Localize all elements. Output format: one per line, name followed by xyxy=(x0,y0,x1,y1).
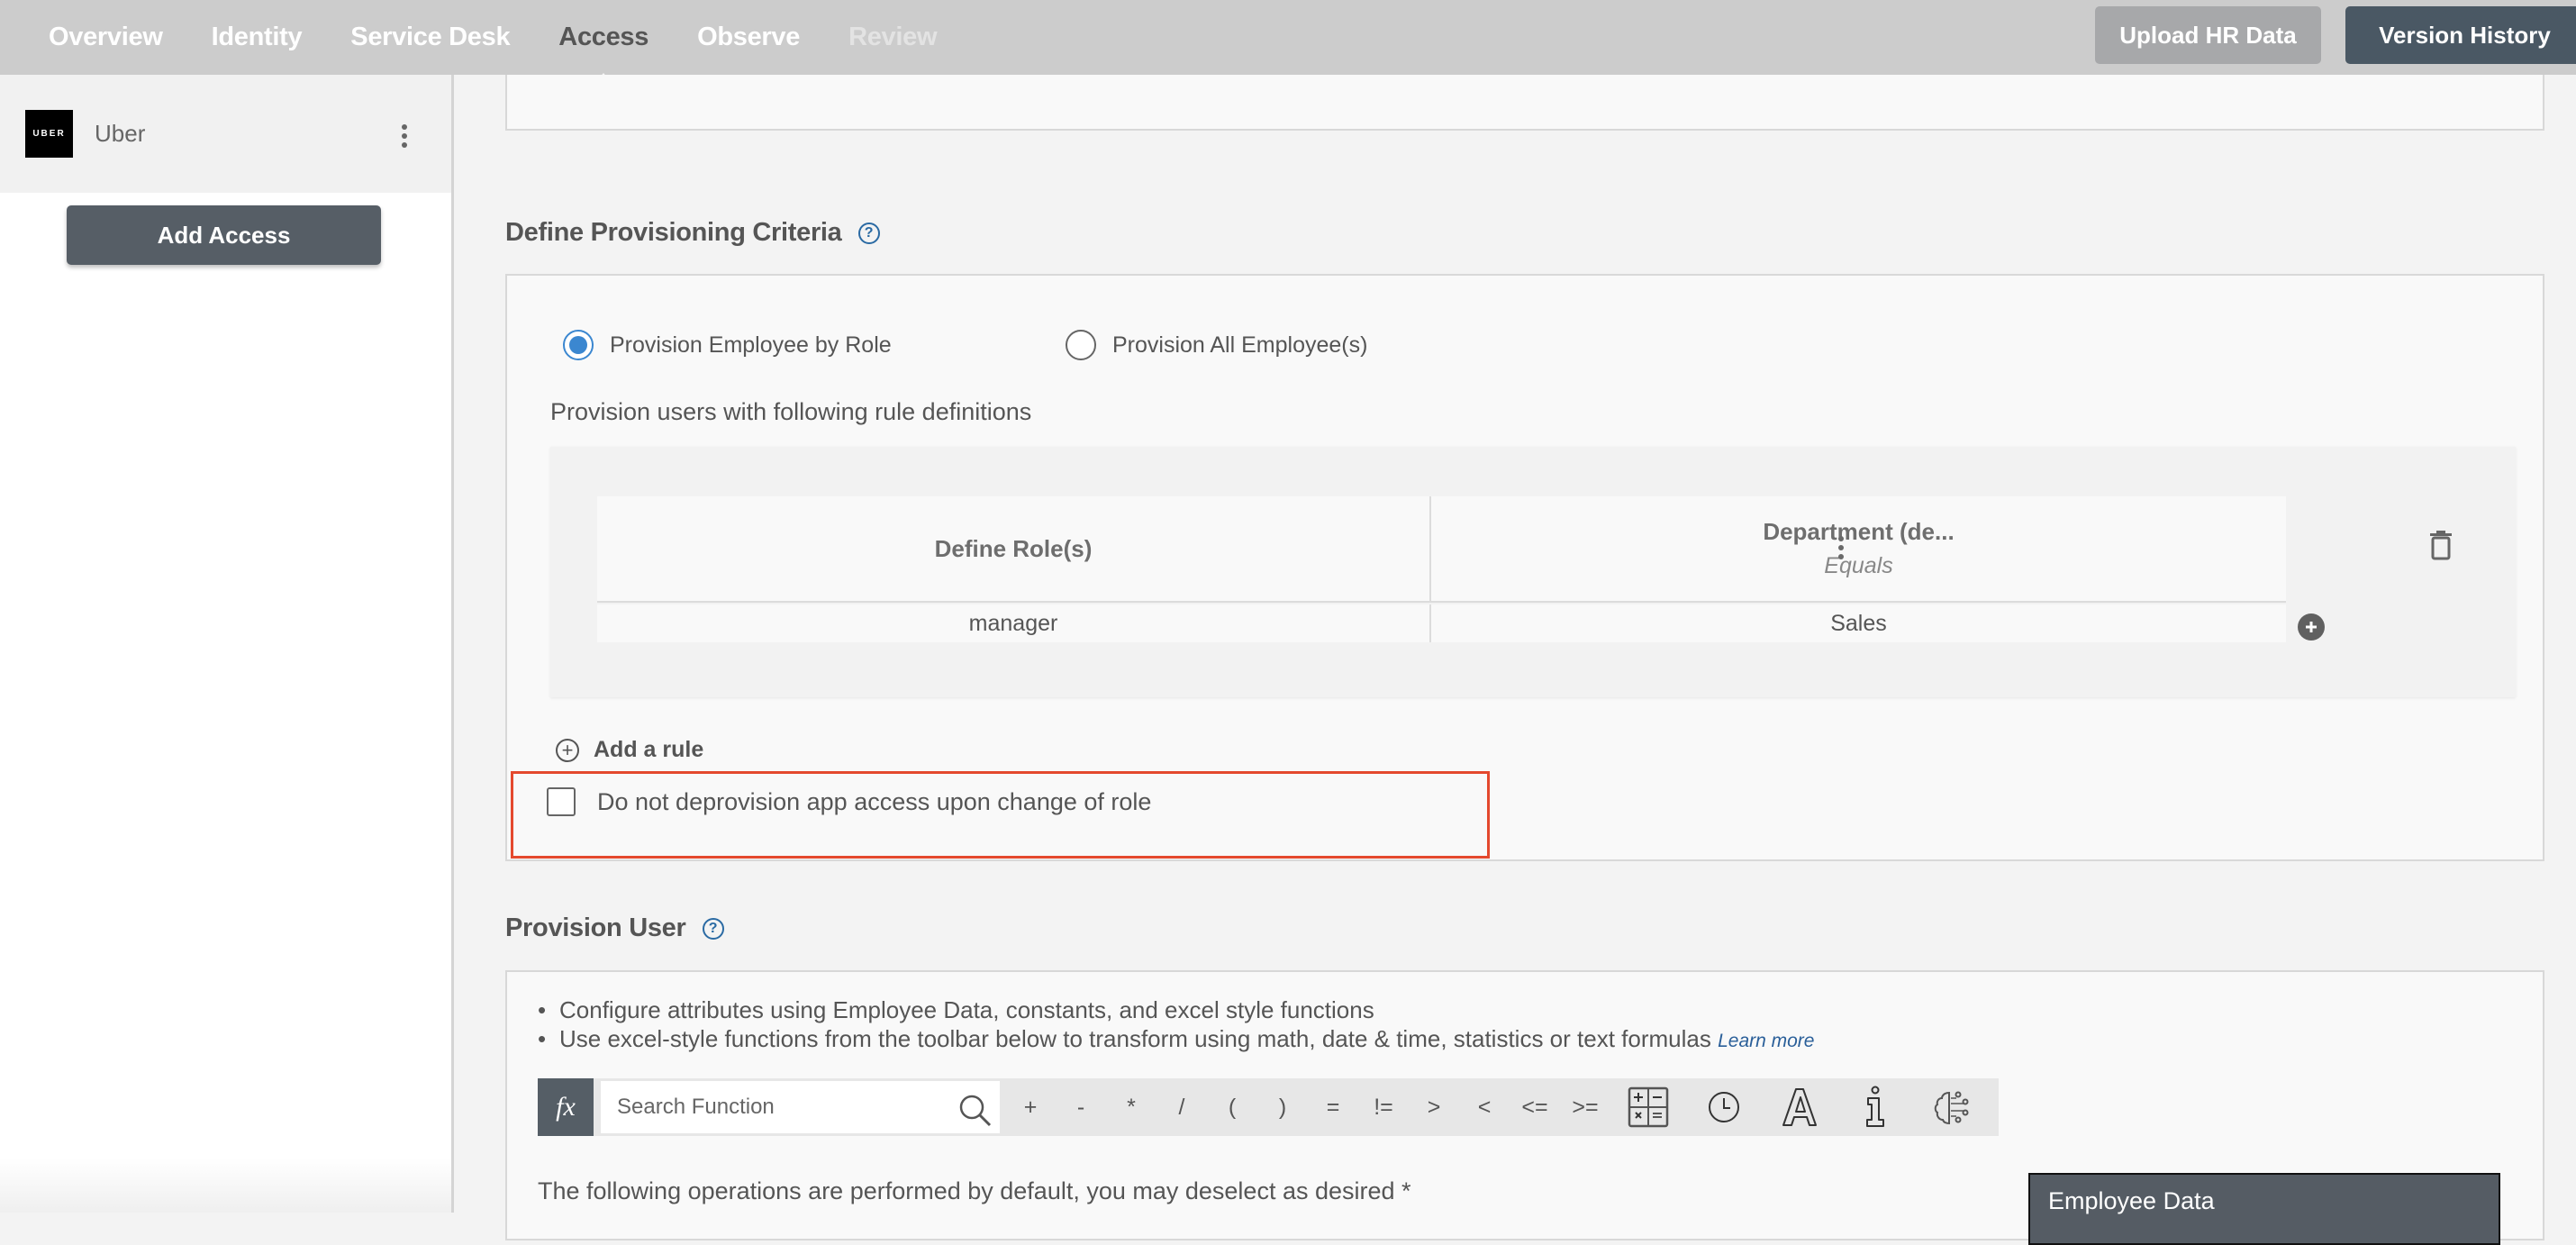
tab-overview[interactable]: Overview xyxy=(49,23,163,52)
version-history-button[interactable]: Version History xyxy=(2345,6,2576,64)
top-navigation-bar: Overview Identity Service Desk Access Ob… xyxy=(0,0,2576,85)
app-name: Uber xyxy=(95,120,146,147)
fx-icon[interactable]: fx xyxy=(538,1078,594,1136)
employee-data-panel-header[interactable]: Employee Data xyxy=(2028,1173,2500,1245)
instruction-text: Configure attributes using Employee Data… xyxy=(559,996,1374,1023)
tab-service-desk[interactable]: Service Desk xyxy=(350,23,510,52)
provision-user-section-title: Provision User ? xyxy=(505,913,724,943)
delete-rule-icon[interactable] xyxy=(2429,530,2453,560)
radio-provision-by-role[interactable]: Provision Employee by Role xyxy=(563,330,892,360)
uber-logo: UBER xyxy=(25,110,73,158)
radio-button-checked[interactable] xyxy=(563,330,594,360)
rule-card: Define Role(s) Department (de... Equals … xyxy=(550,447,2516,697)
operator-multiply[interactable]: * xyxy=(1106,1095,1156,1121)
column-operator: Equals xyxy=(1824,553,1893,578)
operator-less-equal[interactable]: <= xyxy=(1510,1095,1560,1121)
column-header-department[interactable]: Department (de... Equals xyxy=(1431,496,2286,603)
provision-user-title-text: Provision User xyxy=(505,913,686,942)
add-circle-icon: + xyxy=(556,738,579,762)
ai-brain-icon[interactable] xyxy=(1913,1082,1989,1132)
provision-user-panel: Configure attributes using Employee Data… xyxy=(505,970,2544,1245)
column-title: Department (de... xyxy=(1763,518,1955,545)
learn-more-link[interactable]: Learn more xyxy=(1718,1031,1814,1051)
radio-provision-all-employees[interactable]: Provision All Employee(s) xyxy=(1066,330,1367,360)
operator-not-equals[interactable]: != xyxy=(1358,1095,1409,1121)
operator-open-paren[interactable]: ( xyxy=(1207,1095,1257,1121)
operator-equals[interactable]: = xyxy=(1308,1095,1358,1121)
help-icon[interactable]: ? xyxy=(702,917,724,940)
app-more-options-icon[interactable] xyxy=(401,124,408,148)
tab-identity[interactable]: Identity xyxy=(212,23,303,52)
default-operations-note: The following operations are performed b… xyxy=(538,1177,1411,1204)
sidebar-app-item-uber[interactable]: UBER Uber xyxy=(0,75,451,193)
instruction-list: Configure attributes using Employee Data… xyxy=(538,995,1814,1056)
operator-close-paren[interactable]: ) xyxy=(1257,1095,1308,1121)
tab-review[interactable]: Review xyxy=(848,23,937,52)
sidebar-fade xyxy=(0,1159,451,1213)
function-search xyxy=(601,1081,1000,1133)
instruction-item: Configure attributes using Employee Data… xyxy=(538,995,1814,1024)
operator-less[interactable]: < xyxy=(1459,1095,1510,1121)
table-cell-role[interactable]: manager xyxy=(597,604,1431,642)
previous-section-panel xyxy=(505,75,2544,131)
tab-observe[interactable]: Observe xyxy=(697,23,800,52)
radio-label: Provision Employee by Role xyxy=(610,332,892,358)
add-rule-label: Add a rule xyxy=(594,737,704,762)
checkbox-label: Do not deprovision app access upon chang… xyxy=(597,787,1152,815)
column-title: Define Role(s) xyxy=(934,534,1093,562)
info-functions-icon[interactable] xyxy=(1837,1082,1913,1132)
operator-greater[interactable]: > xyxy=(1409,1095,1459,1121)
search-function-input[interactable] xyxy=(601,1095,943,1120)
criteria-title-text: Define Provisioning Criteria xyxy=(505,218,842,247)
rule-description: Provision users with following rule defi… xyxy=(550,398,1032,425)
add-access-button[interactable]: Add Access xyxy=(67,205,381,265)
operator-greater-equal[interactable]: >= xyxy=(1560,1095,1610,1121)
upload-hr-data-button[interactable]: Upload HR Data xyxy=(2095,6,2321,64)
radio-label: Provision All Employee(s) xyxy=(1112,332,1368,358)
column-header-define-roles: Define Role(s) xyxy=(597,496,1431,603)
add-rule-button[interactable]: + Add a rule xyxy=(556,737,703,763)
no-deprovision-checkbox-row[interactable]: Do not deprovision app access upon chang… xyxy=(547,787,1151,816)
search-icon[interactable] xyxy=(957,1092,993,1128)
table-cell-department[interactable]: Sales xyxy=(1431,604,2286,642)
criteria-section-title: Define Provisioning Criteria ? xyxy=(505,218,880,248)
operator-divide[interactable]: / xyxy=(1156,1095,1207,1121)
nav-tabs: Overview Identity Service Desk Access Ob… xyxy=(49,0,985,85)
column-options-icon[interactable] xyxy=(1837,536,1845,559)
rule-table: Define Role(s) Department (de... Equals … xyxy=(597,496,2376,642)
help-icon[interactable]: ? xyxy=(857,222,880,244)
operator-minus[interactable]: - xyxy=(1056,1095,1106,1121)
formula-toolbar: fx + - * / ( ) = != > < <= >= xyxy=(538,1078,1999,1136)
operator-plus[interactable]: + xyxy=(1005,1095,1056,1121)
radio-button-unchecked[interactable] xyxy=(1066,330,1096,360)
instruction-text: Use excel-style functions from the toolb… xyxy=(559,1025,1711,1052)
add-condition-icon[interactable] xyxy=(2298,613,2325,641)
sidebar: UBER Uber Add Access xyxy=(0,75,454,1213)
instruction-item: Use excel-style functions from the toolb… xyxy=(538,1024,1814,1056)
date-time-icon[interactable] xyxy=(1686,1082,1762,1132)
no-deprovision-checkbox[interactable] xyxy=(547,787,576,816)
text-functions-icon[interactable] xyxy=(1762,1082,1837,1132)
provisioning-criteria-panel: Provision Employee by Role Provision All… xyxy=(505,274,2544,861)
tab-access[interactable]: Access xyxy=(558,23,649,85)
math-functions-icon[interactable] xyxy=(1610,1082,1686,1132)
